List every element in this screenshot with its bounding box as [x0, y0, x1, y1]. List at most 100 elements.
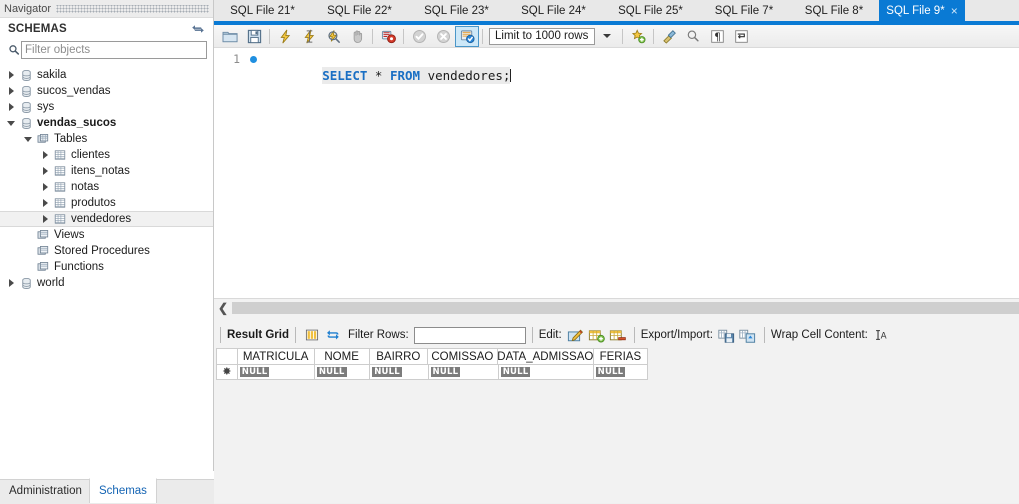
navigator-drag-dots[interactable] — [56, 4, 209, 13]
chevron-right-icon[interactable] — [4, 100, 18, 114]
sql-editor[interactable]: 1 SELECT * FROM vendedores; — [214, 48, 1019, 299]
sidebar-tab-schemas[interactable]: Schemas — [89, 478, 157, 503]
chevron-right-icon[interactable] — [4, 276, 18, 290]
editor-tab-sql-file-24-[interactable]: SQL File 24* — [505, 0, 602, 21]
tree-item-sakila[interactable]: sakila — [0, 67, 213, 83]
tree-item-produtos[interactable]: produtos — [0, 195, 213, 211]
column-header-comissao[interactable]: COMISSAO — [427, 348, 498, 365]
refresh-icon[interactable] — [191, 22, 205, 36]
sql-code-line[interactable]: SELECT * FROM vendedores; — [262, 52, 1019, 100]
form-view-icon[interactable] — [302, 326, 323, 345]
row-limit-dropdown[interactable]: Limit to 1000 rows — [489, 27, 596, 45]
snippets-button[interactable] — [626, 26, 650, 47]
close-icon[interactable]: × — [951, 4, 958, 18]
tree-item-label: sys — [37, 101, 55, 113]
result-grid[interactable]: MATRICULA NOME BAIRRO COMISSAO DATA_ADMISSAO… — [216, 348, 648, 380]
tree-item-clientes[interactable]: clientes — [0, 147, 213, 163]
results-splitter[interactable]: ❮ — [214, 299, 1019, 316]
editor-tab-sql-file-8-[interactable]: SQL File 8* — [789, 0, 879, 21]
table-row[interactable]: ✸ NULL NULL NULL NULL NULL NULL — [216, 365, 648, 380]
explain-query-button[interactable] — [321, 26, 345, 47]
toggle-word-wrap-button[interactable] — [729, 26, 753, 47]
tree-item-notas[interactable]: notas — [0, 179, 213, 195]
result-grid-body[interactable]: ✸ NULL NULL NULL NULL NULL NULL — [216, 365, 648, 380]
chevron-right-icon[interactable] — [38, 196, 52, 210]
chevron-right-icon[interactable] — [38, 212, 52, 226]
chevron-right-icon[interactable] — [38, 180, 52, 194]
toggle-invisible-chars-button[interactable]: ¶ — [705, 26, 729, 47]
tree-item-tables[interactable]: Tables — [0, 131, 213, 147]
toolbar-separator — [269, 28, 270, 44]
tree-item-functions[interactable]: Functions — [0, 259, 213, 275]
grid-cell[interactable]: NULL — [428, 365, 499, 380]
editor-tab-sql-file-22-[interactable]: SQL File 22* — [311, 0, 408, 21]
schema-tree[interactable]: sakila sucos_vendassys vendas_sucos Tables c… — [0, 67, 213, 470]
tree-item-world[interactable]: world — [0, 275, 213, 291]
splitter-bar[interactable] — [232, 301, 1019, 314]
grid-cell[interactable]: NULL — [237, 365, 315, 380]
chevron-right-icon[interactable] — [4, 68, 18, 82]
execute-current-statement-button[interactable] — [297, 26, 321, 47]
tree-item-label: notas — [71, 181, 100, 193]
column-header-matricula[interactable]: MATRICULA — [237, 348, 315, 365]
chevron-left-icon[interactable]: ❮ — [214, 299, 232, 316]
editor-tab-sql-file-21-[interactable]: SQL File 21* — [214, 0, 311, 21]
chevron-down-icon[interactable] — [595, 26, 619, 47]
wrap-cell-icon[interactable]: A — [871, 326, 892, 345]
chevron-down-icon[interactable] — [21, 132, 35, 146]
editor-tab-sql-file-25-[interactable]: SQL File 25* — [602, 0, 699, 21]
filter-objects-input[interactable] — [21, 41, 207, 59]
grid-cell[interactable]: NULL — [593, 365, 648, 380]
chevron-right-icon[interactable] — [4, 84, 18, 98]
editor-tab-label: SQL File 9* — [886, 4, 945, 17]
row-marker-header — [216, 348, 238, 365]
tree-item-itens-notas[interactable]: itens_notas — [0, 163, 213, 179]
editor-tab-sql-file-23-[interactable]: SQL File 23* — [408, 0, 505, 21]
breakpoint-dot-icon[interactable] — [250, 56, 257, 63]
tree-item-stored-procedures[interactable]: Stored Procedures — [0, 243, 213, 259]
commit-button[interactable] — [407, 26, 431, 47]
stop-execution-button[interactable] — [345, 26, 369, 47]
sql-keyword: FROM — [389, 68, 421, 83]
column-header-bairro[interactable]: BAIRRO — [369, 348, 428, 365]
beautify-query-button[interactable] — [657, 26, 681, 47]
tree-item-vendas-sucos[interactable]: vendas_sucos — [0, 115, 213, 131]
tree-item-sys[interactable]: sys — [0, 99, 213, 115]
edit-row-button[interactable] — [565, 326, 586, 345]
toggle-stop-on-error-button[interactable] — [376, 26, 400, 47]
grid-cell[interactable]: NULL — [370, 365, 429, 380]
toolbar-separator — [294, 327, 296, 343]
grid-cell[interactable]: NULL — [498, 365, 594, 380]
tree-item-vendedores[interactable]: vendedores — [0, 211, 213, 227]
toggle-autocommit-button[interactable] — [455, 25, 479, 47]
grid-cell[interactable]: NULL — [314, 365, 371, 380]
delete-row-button[interactable] — [607, 326, 628, 345]
chevron-down-icon[interactable] — [4, 116, 18, 130]
execute-statement-button[interactable] — [273, 26, 297, 47]
column-header-nome[interactable]: NOME — [314, 348, 370, 365]
rollback-button[interactable] — [431, 26, 455, 47]
insert-row-button[interactable] — [586, 326, 607, 345]
editor-tab-sql-file-7-[interactable]: SQL File 7* — [699, 0, 789, 21]
sql-keyword: SELECT — [322, 68, 368, 83]
refresh-icon[interactable] — [323, 326, 344, 345]
chevron-right-icon[interactable] — [38, 148, 52, 162]
import-recordset-button[interactable] — [737, 326, 758, 345]
sidebar-tab-administration[interactable]: Administration — [0, 479, 92, 503]
save-script-button[interactable] — [242, 26, 266, 47]
column-header-ferias[interactable]: FERIAS — [593, 348, 648, 365]
export-recordset-button[interactable] — [716, 326, 737, 345]
line-number: 1 — [233, 52, 240, 66]
editor-tab-sql-file-9-[interactable]: SQL File 9* × — [879, 0, 965, 21]
column-header-data_admissao[interactable]: DATA_ADMISSAO — [497, 348, 594, 365]
find-button[interactable] — [681, 26, 705, 47]
filter-rows-input[interactable] — [413, 326, 526, 344]
editor-gutter[interactable]: 1 — [214, 48, 262, 298]
tree-item-sucos-vendas[interactable]: sucos_vendas — [0, 83, 213, 99]
chevron-right-icon[interactable] — [38, 164, 52, 178]
svg-text:A: A — [881, 332, 887, 342]
tree-item-views[interactable]: Views — [0, 227, 213, 243]
new-row-marker[interactable]: ✸ — [216, 365, 238, 380]
editor-tab-label: SQL File 7* — [714, 4, 774, 17]
open-sql-script-button[interactable] — [218, 26, 242, 47]
